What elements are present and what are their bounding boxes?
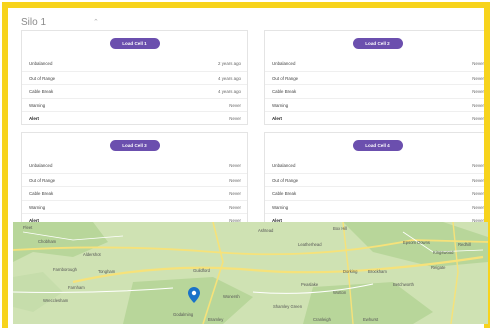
map-place-label: Redhill xyxy=(458,242,471,247)
map-place-label: Tongham xyxy=(98,269,116,274)
status-row: Alert Never xyxy=(22,111,247,125)
status-label: Out of Range xyxy=(272,75,299,81)
map-place-label: Dorking xyxy=(343,269,358,274)
map-place-label: Ashtead xyxy=(258,228,274,233)
map-place-label: Godalming xyxy=(173,312,194,317)
load-cell-title-button[interactable]: Load Cell 2 xyxy=(352,38,403,49)
status-row: Unbalanced Never xyxy=(22,159,247,173)
status-label: Out of Range xyxy=(29,75,56,81)
map-place-label: Chobham xyxy=(38,239,57,244)
status-value: Never xyxy=(472,177,484,183)
status-value: Never xyxy=(229,116,241,122)
status-label: Cable Break xyxy=(272,191,297,197)
status-value: Never xyxy=(472,204,484,210)
status-label: Warning xyxy=(272,102,289,108)
status-value: 2 years ago xyxy=(218,61,241,66)
load-cell-title-button[interactable]: Load Cell 1 xyxy=(109,38,160,49)
status-label: Cable Break xyxy=(29,89,54,95)
map-pin-icon[interactable] xyxy=(188,287,200,303)
status-row: Unbalanced Never xyxy=(265,57,484,71)
map-place-label: Peaslake xyxy=(301,282,319,287)
load-cell-title-button[interactable]: Load Cell 3 xyxy=(109,140,160,151)
status-row: Unbalanced Never xyxy=(265,159,484,173)
status-label: Out of Range xyxy=(272,177,299,183)
status-label: Warning xyxy=(29,204,46,210)
map-place-label: Reigate xyxy=(431,265,446,270)
status-row: Warning Never xyxy=(265,199,484,214)
map-place-label: Wotton xyxy=(333,290,347,295)
status-label: Out of Range xyxy=(29,177,56,183)
collapse-chevron-icon[interactable]: ⌃ xyxy=(93,18,99,26)
status-value: Never xyxy=(472,191,484,197)
map-place-label: Farnborough xyxy=(53,267,77,272)
map-place-label: Betchworth xyxy=(393,282,414,287)
status-value: Never xyxy=(472,61,484,66)
status-value: Never xyxy=(472,102,484,108)
status-row: Warning Never xyxy=(22,97,247,112)
load-cell-card: Load Cell 1 Unbalanced 2 years ago Out of… xyxy=(21,30,248,125)
status-row: Out of Range 4 years ago xyxy=(22,70,247,85)
map-place-label: Box Hill xyxy=(333,226,348,231)
map-place-label: Cranleigh xyxy=(313,317,331,322)
status-label: Alert xyxy=(29,116,40,122)
status-row: Out of Range Never xyxy=(265,70,484,85)
load-cell-card: Load Cell 2 Unbalanced Never Out of Range… xyxy=(264,30,484,125)
status-value: Never xyxy=(229,191,241,197)
map-place-label: Farnham xyxy=(68,285,85,290)
status-value: Never xyxy=(472,163,484,168)
status-row: Warning Never xyxy=(22,199,247,214)
status-value: Never xyxy=(472,89,484,95)
map-place-label: Epsom Downs xyxy=(403,240,430,245)
map-place-label: Ewhurst xyxy=(363,317,379,322)
load-cell-title-button[interactable]: Load Cell 4 xyxy=(352,140,403,151)
status-label: Alert xyxy=(272,116,283,122)
location-map[interactable]: Fleet Chobham Aldershot Farnborough Tong… xyxy=(13,222,488,324)
status-row: Warning Never xyxy=(265,97,484,112)
status-value: Never xyxy=(229,102,241,108)
load-cell-card: Load Cell 3 Unbalanced Never Out of Range… xyxy=(21,132,248,227)
map-place-label: Aldershot xyxy=(83,252,101,257)
status-row: Cable Break Never xyxy=(265,186,484,200)
status-value: Never xyxy=(229,177,241,183)
map-place-label: Kingswood xyxy=(433,250,454,255)
status-value: Never xyxy=(229,204,241,210)
status-value: Never xyxy=(229,163,241,168)
map-place-label: Brockham xyxy=(368,269,387,274)
status-label: Unbalanced xyxy=(29,163,53,168)
map-place-label: Bramley xyxy=(208,317,224,322)
status-row: Cable Break Never xyxy=(265,84,484,98)
map-place-label: Fleet xyxy=(23,225,33,230)
status-label: Cable Break xyxy=(29,191,54,197)
load-cell-card: Load Cell 4 Unbalanced Never Out of Range… xyxy=(264,132,484,227)
status-label: Cable Break xyxy=(272,89,297,95)
status-row: Unbalanced 2 years ago xyxy=(22,57,247,71)
map-place-label: Wonersh xyxy=(223,294,240,299)
status-label: Unbalanced xyxy=(272,61,296,66)
map-place-label: Leatherhead xyxy=(298,242,322,247)
status-row: Out of Range Never xyxy=(22,172,247,187)
status-value: 4 years ago xyxy=(218,89,241,95)
status-label: Warning xyxy=(272,204,289,210)
map-place-label: Guildford xyxy=(193,268,210,273)
status-value: Never xyxy=(472,116,484,122)
status-label: Unbalanced xyxy=(272,163,296,168)
status-row: Out of Range Never xyxy=(265,172,484,187)
status-row: Alert Never xyxy=(265,111,484,125)
status-label: Warning xyxy=(29,102,46,108)
map-place-label: Wrecclesham xyxy=(43,298,69,303)
status-label: Unbalanced xyxy=(29,61,53,66)
status-row: Cable Break 4 years ago xyxy=(22,84,247,98)
map-graphic xyxy=(13,222,488,324)
silo-title: Silo 1 xyxy=(21,17,47,28)
status-row: Cable Break Never xyxy=(22,186,247,200)
status-value: 4 years ago xyxy=(218,75,241,81)
status-value: Never xyxy=(472,75,484,81)
map-place-label: Shamley Green xyxy=(273,304,303,309)
